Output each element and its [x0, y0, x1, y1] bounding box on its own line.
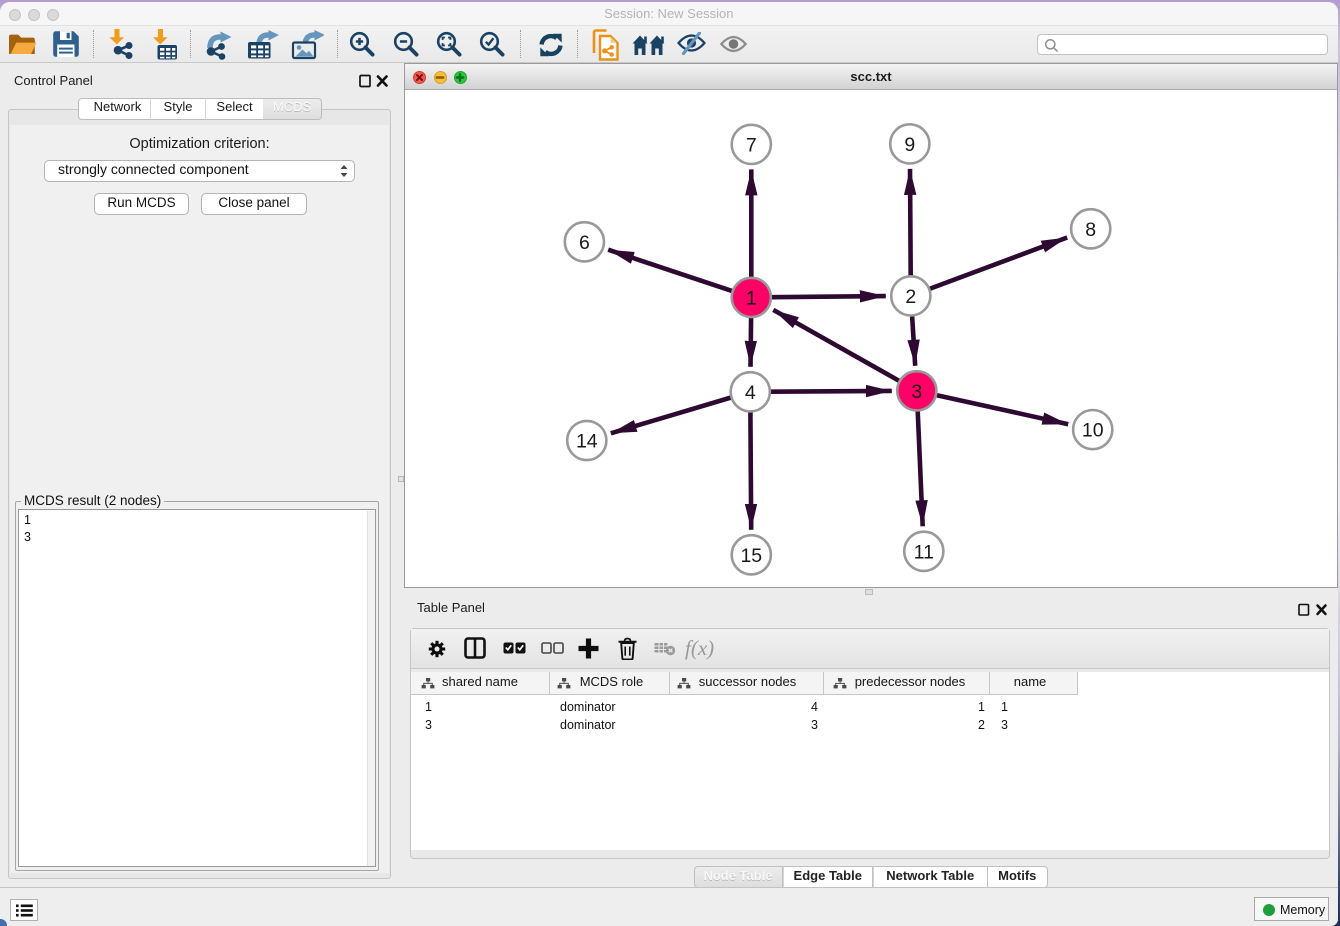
svg-text:10: 10	[1082, 420, 1104, 442]
svg-text:2: 2	[905, 286, 916, 308]
svg-text:4: 4	[745, 382, 756, 404]
svg-text:15: 15	[740, 545, 762, 567]
svg-text:7: 7	[746, 134, 757, 156]
svg-text:8: 8	[1085, 219, 1096, 241]
svg-text:1: 1	[746, 287, 757, 309]
svg-text:9: 9	[904, 134, 915, 156]
svg-text:11: 11	[914, 541, 934, 563]
svg-text:6: 6	[579, 232, 590, 254]
svg-text:3: 3	[911, 381, 922, 403]
svg-text:14: 14	[576, 431, 598, 453]
